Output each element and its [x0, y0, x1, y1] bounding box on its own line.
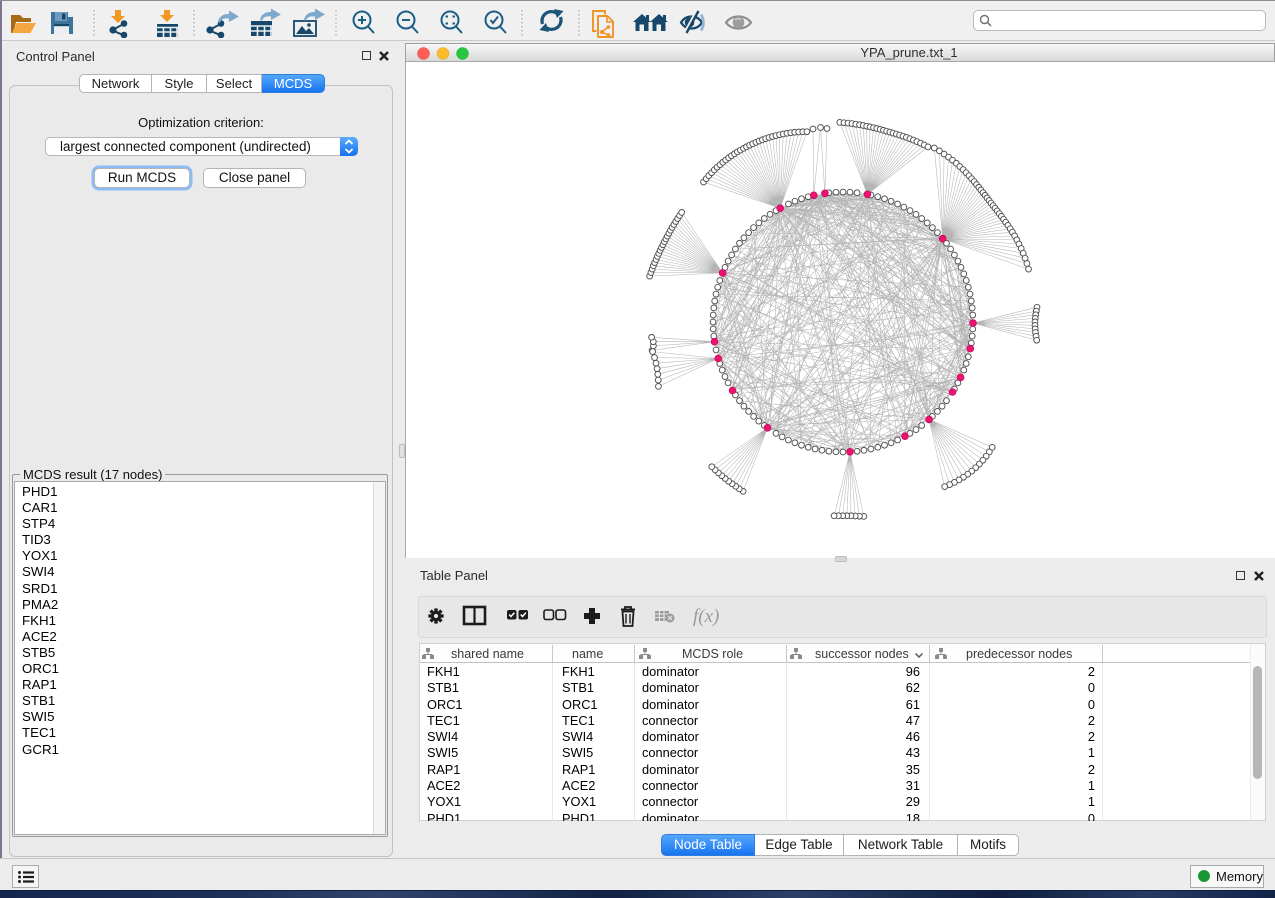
svg-text:f(x): f(x) — [693, 606, 719, 627]
